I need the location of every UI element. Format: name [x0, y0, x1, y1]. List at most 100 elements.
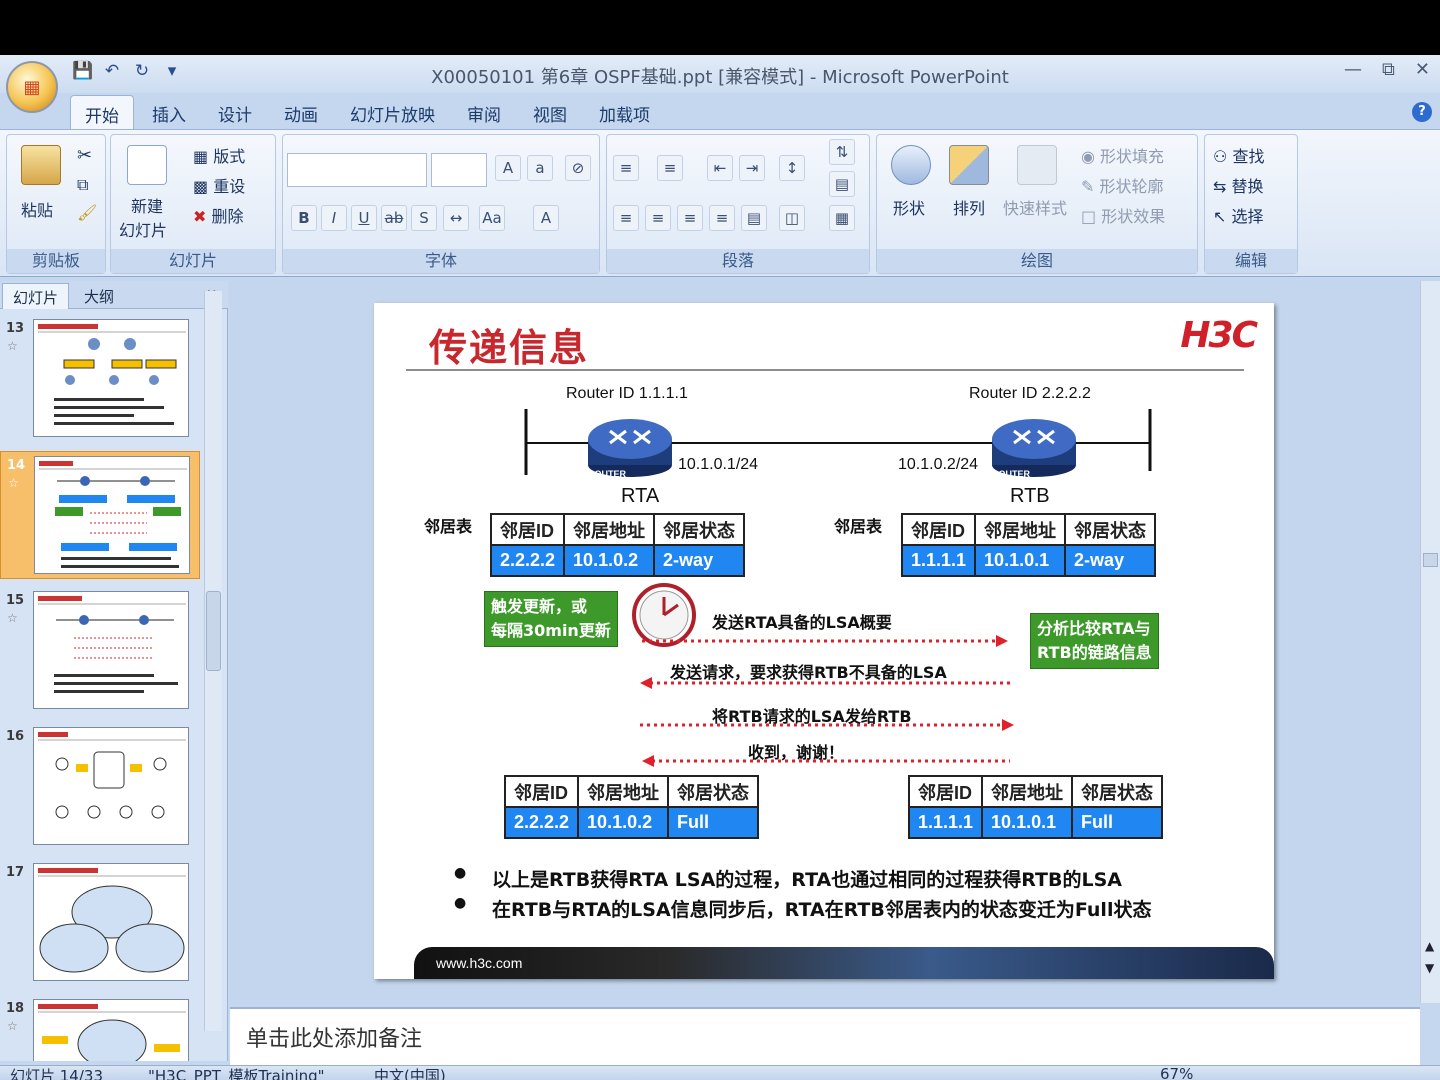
change-case-icon[interactable]: Aa: [479, 205, 505, 231]
select-button[interactable]: ↖ 选择: [1213, 203, 1264, 227]
align-text-icon[interactable]: ▤: [829, 171, 855, 197]
office-button[interactable]: ▦: [6, 61, 58, 113]
cell-addr: 10.1.0.1: [981, 806, 1074, 839]
paste-button[interactable]: 粘贴: [21, 197, 53, 221]
columns-icon[interactable]: ◫: [779, 205, 805, 231]
slide-thumb-16[interactable]: 16: [0, 723, 200, 851]
thumb-diagram: [38, 1004, 186, 1061]
office-logo-icon: ▦: [23, 76, 41, 98]
slide-thumb-18[interactable]: 18 ☆: [0, 995, 200, 1061]
status-language[interactable]: 中文(中国): [374, 1066, 446, 1080]
italic-icon[interactable]: I: [321, 205, 347, 231]
slide-canvas[interactable]: 传递信息 H3C ROUTER ROUTER Router ID 1.1.1.1…: [374, 303, 1274, 979]
slides-pane-scrollbar[interactable]: [204, 291, 222, 1031]
cell-addr: 10.1.0.2: [577, 806, 670, 839]
help-icon[interactable]: ?: [1412, 102, 1432, 122]
find-button[interactable]: ⚇ 查找: [1213, 143, 1264, 167]
distributed-icon[interactable]: ▤: [741, 205, 767, 231]
paste-icon[interactable]: [21, 145, 61, 185]
tab-design[interactable]: 设计: [204, 95, 266, 129]
underline-icon[interactable]: U: [351, 205, 377, 231]
drawing-label: 绘图: [877, 249, 1197, 273]
arrange-button[interactable]: 排列: [953, 195, 985, 219]
scroll-thumb[interactable]: [206, 591, 221, 671]
quick-styles-button[interactable]: 快速样式: [1003, 195, 1067, 219]
new-slide-button-2[interactable]: 幻灯片: [119, 217, 167, 241]
increase-indent-icon[interactable]: ⇥: [739, 155, 765, 181]
layout-button[interactable]: ▦ 版式: [193, 143, 245, 167]
new-slide-button[interactable]: 新建: [131, 193, 163, 217]
notes-pane[interactable]: 单击此处添加备注: [230, 1007, 1420, 1067]
animation-star-icon: ☆: [7, 611, 18, 625]
tab-insert[interactable]: 插入: [138, 95, 200, 129]
shadow-icon[interactable]: S: [411, 205, 437, 231]
hdr-neighbor-addr: 邻居地址: [563, 513, 656, 546]
tab-slideshow[interactable]: 幻灯片放映: [336, 95, 449, 129]
slide-thumb-14[interactable]: 14 ☆: [0, 451, 200, 579]
format-painter-icon[interactable]: 🖌: [77, 203, 97, 222]
cut-icon[interactable]: ✂: [77, 145, 92, 166]
tab-addins[interactable]: 加载项: [585, 95, 664, 129]
line-spacing-icon[interactable]: ↕: [779, 155, 805, 181]
message-1: 发送RTA具备的LSA概要: [712, 613, 892, 632]
close-icon[interactable]: ✕: [1415, 59, 1430, 80]
restore-icon[interactable]: ⧉: [1382, 59, 1395, 80]
summary-bullets[interactable]: 以上是RTB获得RTA LSA的过程，RTA也通过相同的过程获得RTB的LSA …: [454, 865, 1151, 925]
tab-outline-pane[interactable]: 大纲: [74, 283, 124, 309]
thumb-diagram: [38, 868, 186, 973]
font-color-icon[interactable]: A: [533, 205, 559, 231]
char-spacing-icon[interactable]: ↔: [443, 205, 469, 231]
slide-thumb-13[interactable]: 13 ☆: [0, 315, 200, 443]
new-slide-icon[interactable]: [127, 145, 167, 185]
align-left-icon[interactable]: ≡: [613, 205, 639, 231]
shapes-button[interactable]: 形状: [893, 195, 925, 219]
minimize-icon[interactable]: —: [1344, 59, 1362, 80]
animation-star-icon: ☆: [7, 1019, 18, 1033]
notes-placeholder[interactable]: 单击此处添加备注: [246, 1021, 422, 1053]
tab-home[interactable]: 开始: [70, 95, 134, 129]
arrange-icon[interactable]: [949, 145, 989, 185]
tab-slides-pane[interactable]: 幻灯片: [2, 283, 70, 309]
scroll-thumb[interactable]: [1423, 553, 1438, 567]
text-direction-icon[interactable]: ⇅: [829, 139, 855, 165]
justify-icon[interactable]: ≡: [709, 205, 735, 231]
shape-effects-button[interactable]: □ 形状效果: [1081, 203, 1165, 227]
status-zoom[interactable]: 67%: [1160, 1066, 1193, 1080]
slide-thumb-15[interactable]: 15 ☆: [0, 587, 200, 715]
align-right-icon[interactable]: ≡: [677, 205, 703, 231]
quick-styles-icon[interactable]: [1017, 145, 1057, 185]
bullets-icon[interactable]: ≡: [613, 155, 639, 181]
shapes-icon[interactable]: [891, 145, 931, 185]
decrease-indent-icon[interactable]: ⇤: [707, 155, 733, 181]
tab-animations[interactable]: 动画: [270, 95, 332, 129]
hdr-neighbor-id: 邻居ID: [489, 513, 566, 546]
rtb-neighbor-label: 邻居表: [834, 519, 883, 536]
numbering-icon[interactable]: ≡: [657, 155, 683, 181]
slide-scrollbar[interactable]: ▲ ▼: [1420, 281, 1440, 1003]
shape-fill-button[interactable]: ◉ 形状填充: [1081, 143, 1164, 167]
cell-state: 2-way: [1064, 544, 1157, 577]
font-size-select[interactable]: [431, 153, 487, 187]
thumb-preview: [34, 456, 190, 574]
delete-button[interactable]: ✖ 删除: [193, 203, 244, 227]
hdr-neighbor-state: 邻居状态: [1071, 775, 1164, 808]
bold-icon[interactable]: B: [291, 205, 317, 231]
shrink-font-icon[interactable]: a: [527, 155, 553, 181]
hdr-neighbor-id: 邻居ID: [900, 513, 977, 546]
tab-view[interactable]: 视图: [519, 95, 581, 129]
reset-button[interactable]: ▩ 重设: [193, 173, 245, 197]
grow-font-icon[interactable]: A: [495, 155, 521, 181]
replace-button[interactable]: ⇆ 替换: [1213, 173, 1264, 197]
smartart-icon[interactable]: ▦: [829, 205, 855, 231]
previous-slide-icon[interactable]: ▲: [1425, 939, 1434, 953]
next-slide-icon[interactable]: ▼: [1425, 961, 1434, 975]
shape-outline-button[interactable]: ✎ 形状轮廓: [1081, 173, 1164, 197]
slide-thumb-17[interactable]: 17: [0, 859, 200, 987]
font-name-select[interactable]: [287, 153, 427, 187]
align-center-icon[interactable]: ≡: [645, 205, 671, 231]
clear-format-icon[interactable]: ⊘: [565, 155, 591, 181]
copy-icon[interactable]: ⧉: [77, 175, 88, 195]
tab-review[interactable]: 审阅: [453, 95, 515, 129]
strikethrough-icon[interactable]: ab: [381, 205, 407, 231]
reset-icon: ▩: [193, 177, 214, 196]
